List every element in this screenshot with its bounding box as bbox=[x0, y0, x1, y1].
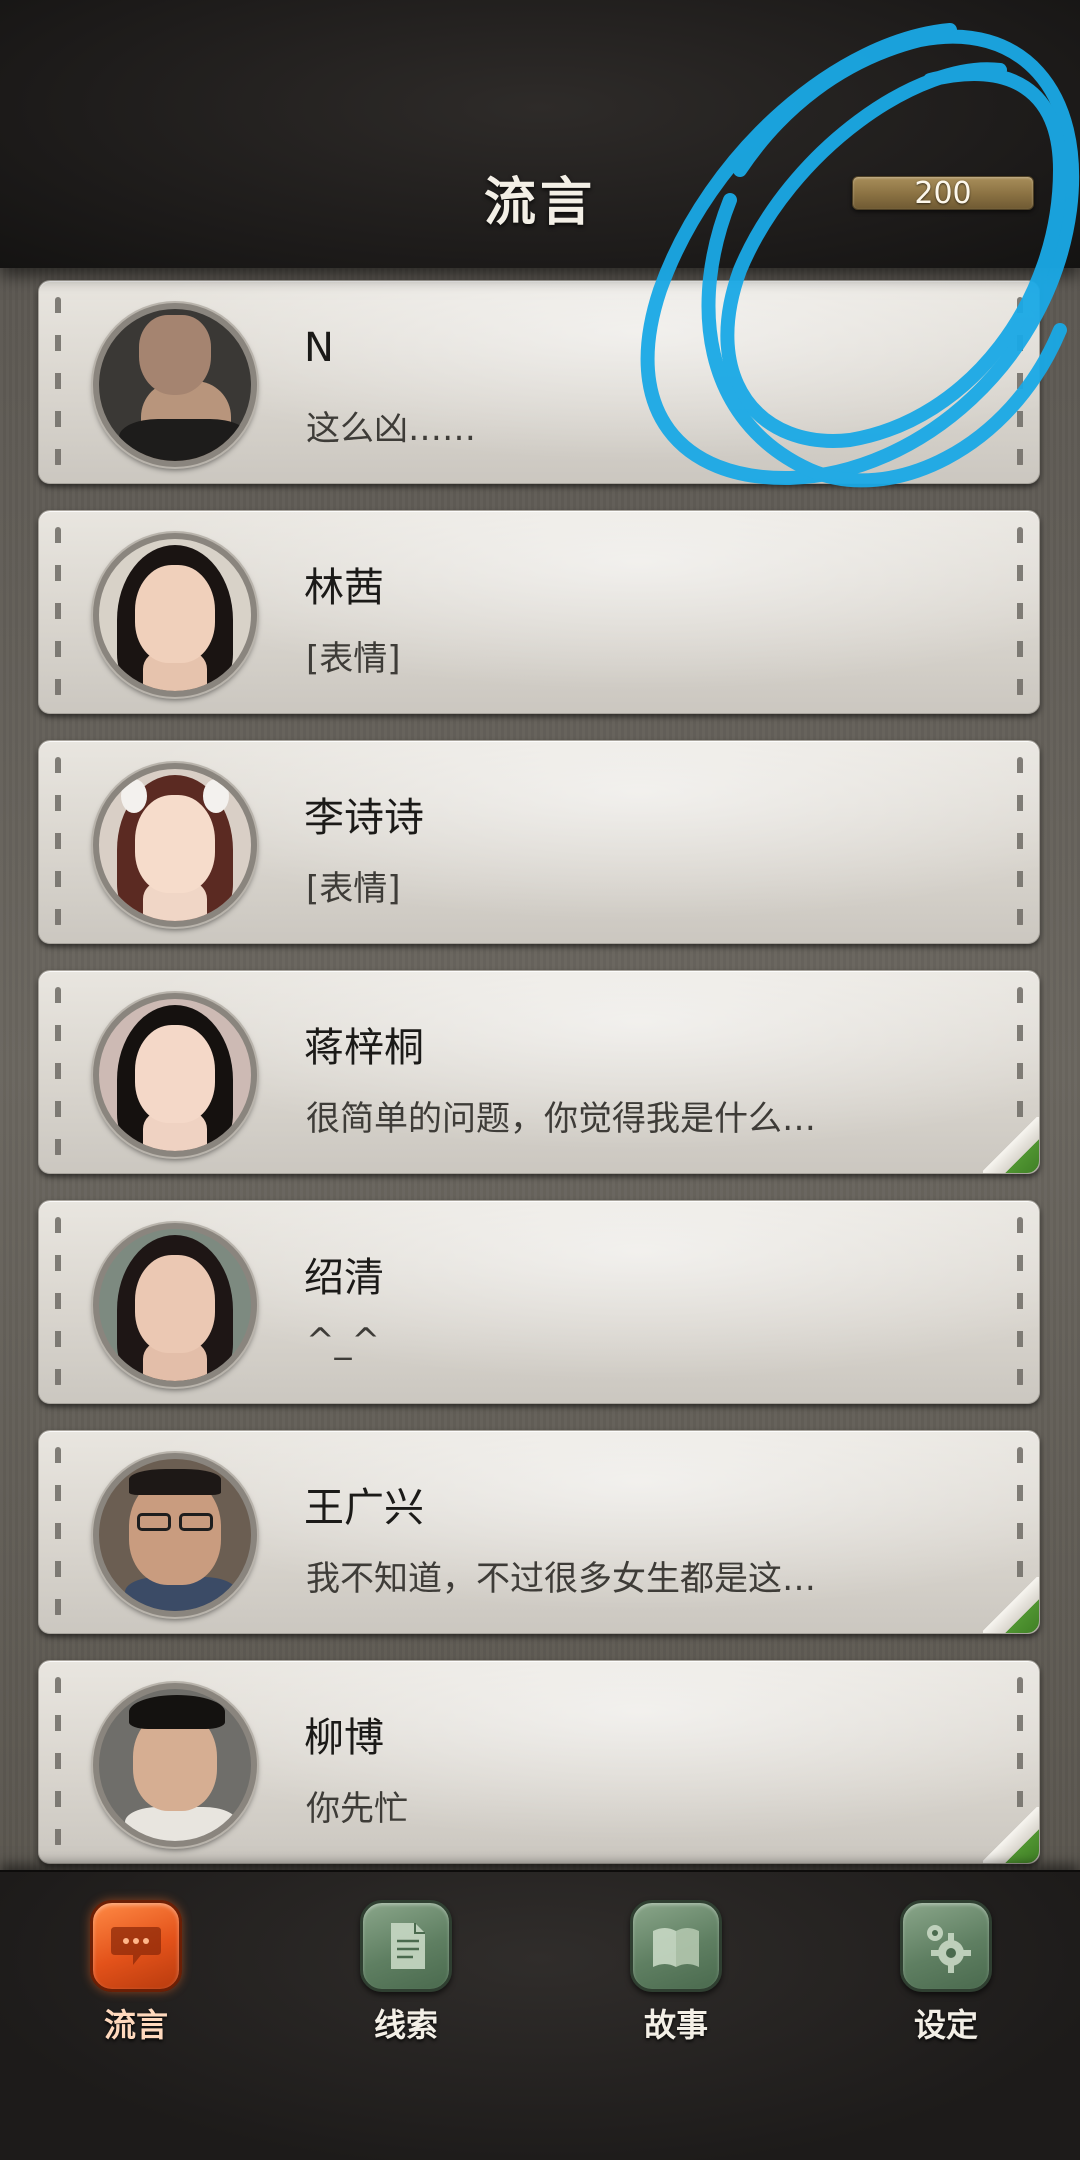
contact-name: 林茜 bbox=[304, 565, 384, 611]
avatar[interactable] bbox=[93, 993, 257, 1157]
message-preview: 我不知道，不过很多女生都是这… bbox=[306, 1559, 816, 1599]
card-stitch-left bbox=[55, 297, 61, 467]
nav-label: 流言 bbox=[103, 2006, 168, 2044]
message-card[interactable]: 林茜 [表情] bbox=[38, 510, 1040, 714]
coin-value: 200 bbox=[914, 176, 972, 211]
message-card[interactable]: 柳博 你先忙 bbox=[38, 1660, 1040, 1864]
nav-tab-story[interactable]: 故事 bbox=[596, 1900, 756, 2070]
unread-corner-flag bbox=[983, 1117, 1039, 1173]
message-preview: [表情] bbox=[306, 869, 401, 909]
unread-corner-flag bbox=[983, 1807, 1039, 1863]
message-preview: 很简单的问题，你觉得我是什么… bbox=[306, 1099, 816, 1139]
message-card[interactable]: 王广兴 我不知道，不过很多女生都是这… bbox=[38, 1430, 1040, 1634]
app-screen: 流言 200 N 这么凶…… 林茜 [表情] 李诗诗 [表情] 蒋梓桐 很简单的… bbox=[0, 0, 1080, 2160]
message-preview: ^_^ bbox=[306, 1321, 380, 1361]
nav-label: 设定 bbox=[913, 2006, 978, 2044]
card-stitch-left bbox=[55, 1677, 61, 1847]
message-preview: 你先忙 bbox=[306, 1789, 408, 1829]
contact-name: 柳博 bbox=[304, 1715, 384, 1761]
avatar[interactable] bbox=[93, 763, 257, 927]
message-card[interactable]: 李诗诗 [表情] bbox=[38, 740, 1040, 944]
top-bar: 流言 200 bbox=[0, 0, 1080, 268]
contact-name: 蒋梓桐 bbox=[304, 1025, 424, 1071]
message-list[interactable]: N 这么凶…… 林茜 [表情] 李诗诗 [表情] 蒋梓桐 很简单的问题，你觉得我… bbox=[0, 268, 1080, 1870]
card-stitch-right bbox=[1017, 527, 1023, 697]
message-card[interactable]: 蒋梓桐 很简单的问题，你觉得我是什么… bbox=[38, 970, 1040, 1174]
message-card[interactable]: 绍清 ^_^ bbox=[38, 1200, 1040, 1404]
card-stitch-left bbox=[55, 1217, 61, 1387]
card-stitch-right bbox=[1017, 1217, 1023, 1387]
contact-name: N bbox=[304, 325, 334, 371]
avatar[interactable] bbox=[93, 1223, 257, 1387]
card-stitch-left bbox=[55, 757, 61, 927]
card-stitch-right bbox=[1017, 297, 1023, 467]
contact-name: 绍清 bbox=[304, 1255, 384, 1301]
message-preview: 这么凶…… bbox=[306, 409, 476, 449]
avatar[interactable] bbox=[93, 1683, 257, 1847]
avatar[interactable] bbox=[93, 533, 257, 697]
contact-name: 李诗诗 bbox=[304, 795, 424, 841]
nav-tab-rumors[interactable]: 流言 bbox=[56, 1900, 216, 2070]
unread-corner-flag bbox=[983, 1577, 1039, 1633]
avatar[interactable] bbox=[93, 1453, 257, 1617]
document-icon bbox=[360, 1900, 452, 1992]
chat-bubble-icon bbox=[90, 1900, 182, 1992]
card-stitch-left bbox=[55, 1447, 61, 1617]
book-icon bbox=[630, 1900, 722, 1992]
message-card[interactable]: N 这么凶…… bbox=[38, 280, 1040, 484]
coin-balance: 200 bbox=[852, 176, 1034, 211]
card-stitch-right bbox=[1017, 757, 1023, 927]
message-preview: [表情] bbox=[306, 639, 401, 679]
contact-name: 王广兴 bbox=[304, 1485, 424, 1531]
bottom-nav: 流言 线索 故事 设定 bbox=[0, 1870, 1080, 2160]
card-stitch-left bbox=[55, 527, 61, 697]
nav-label: 线索 bbox=[373, 2006, 438, 2044]
gear-icon bbox=[900, 1900, 992, 1992]
nav-tab-clues[interactable]: 线索 bbox=[326, 1900, 486, 2070]
card-stitch-left bbox=[55, 987, 61, 1157]
nav-label: 故事 bbox=[643, 2006, 708, 2044]
avatar[interactable] bbox=[93, 303, 257, 467]
nav-tab-settings[interactable]: 设定 bbox=[866, 1900, 1026, 2070]
